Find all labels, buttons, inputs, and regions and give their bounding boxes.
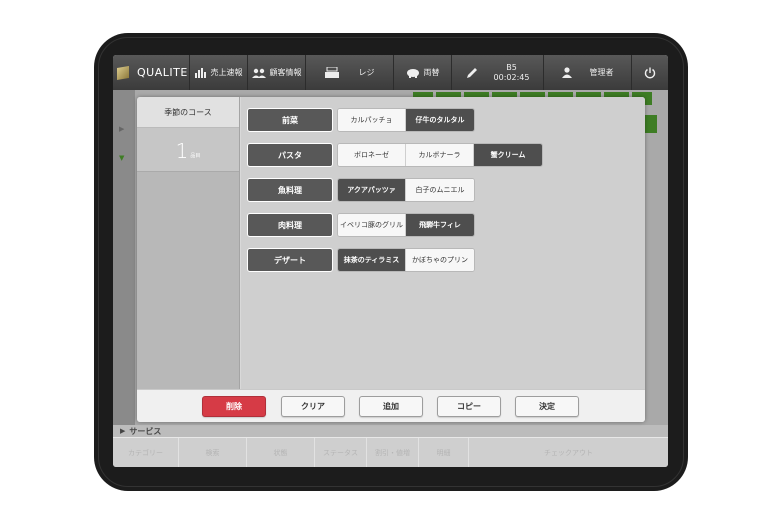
category-appetizer: 前菜 <box>247 108 333 132</box>
course-sidebar: 季節のコース 1 品目 <box>137 97 240 389</box>
app-screen: QUALITE 売上速報 顧客情報 レジ 両替 B5 00:02:45 管理者 … <box>113 55 668 467</box>
bottom-tab-bar: カテゴリー 検索 状態 ステータス 割引・値増 明細 チェックアウト <box>113 437 668 467</box>
collapse-arrow-icon[interactable]: ▼ <box>119 154 124 162</box>
pen-icon <box>466 67 477 78</box>
copy-button[interactable]: コピー <box>437 396 501 417</box>
register-icon <box>324 67 339 78</box>
option-matcha-tiramisu[interactable]: 抹茶のティラミス <box>338 249 406 271</box>
option-carbonara[interactable]: カルボナーラ <box>406 144 474 166</box>
option-carpaccio[interactable]: カルパッチョ <box>338 109 406 131</box>
app-logo: QUALITE <box>113 55 190 90</box>
course-options-panel: 前菜 カルパッチョ 仔牛のタルタル パスタ ボロネーゼ カルボナーラ 蟹クリーム… <box>241 97 645 389</box>
option-acqua-pazza[interactable]: アクアパッツァ <box>338 179 406 201</box>
sales-report-label: 売上速報 <box>210 68 243 77</box>
delete-button[interactable]: 削除 <box>202 396 266 417</box>
tab-state[interactable]: 状態 <box>247 438 315 467</box>
option-bolognese[interactable]: ボロネーゼ <box>338 144 406 166</box>
dialog-footer: 削除 クリア 追加 コピー 決定 <box>137 389 645 422</box>
option-shirako-meuniere[interactable]: 白子のムニエル <box>406 179 474 201</box>
bar-chart-icon <box>194 67 206 78</box>
pasta-options: ボロネーゼ カルボナーラ 蟹クリーム <box>337 143 543 167</box>
power-button[interactable] <box>632 55 668 90</box>
tab-details[interactable]: 明細 <box>419 438 469 467</box>
tab-discount[interactable]: 割引・値増 <box>367 438 419 467</box>
table-cell[interactable] <box>645 115 657 133</box>
admin-button[interactable]: 管理者 <box>544 55 632 90</box>
option-crab-cream[interactable]: 蟹クリーム <box>474 144 542 166</box>
expand-arrow-icon[interactable]: ▶ <box>119 125 124 133</box>
tab-status[interactable]: ステータス <box>315 438 367 467</box>
table-timer[interactable]: B5 00:02:45 <box>452 55 544 90</box>
register-label: レジ <box>358 68 375 77</box>
category-meat: 肉料理 <box>247 213 333 237</box>
course-count[interactable]: 1 品目 <box>137 128 239 172</box>
tab-category[interactable]: カテゴリー <box>113 438 179 467</box>
table-number: B5 <box>506 63 517 73</box>
category-fish: 魚料理 <box>247 178 333 202</box>
tab-checkout[interactable]: チェックアウト <box>469 438 668 467</box>
customer-info-label: 顧客情報 <box>269 68 302 77</box>
logo-cube-icon <box>117 65 129 80</box>
expand-arrow-icon: ▶ <box>120 427 126 435</box>
option-pumpkin-pudding[interactable]: かぼちゃのプリン <box>406 249 474 271</box>
logo-text: QUALITE <box>137 66 188 79</box>
option-hida-beef-fillet[interactable]: 飛騨牛フィレ <box>406 214 474 236</box>
add-button[interactable]: 追加 <box>359 396 423 417</box>
category-pasta: パスタ <box>247 143 333 167</box>
option-iberico-grill[interactable]: イベリコ豚のグリル <box>338 214 406 236</box>
course-count-number: 1 <box>175 139 189 163</box>
exchange-label: 両替 <box>423 68 440 77</box>
course-count-unit: 品目 <box>190 153 201 159</box>
customer-info-button[interactable]: 顧客情報 <box>248 55 306 90</box>
category-column-background <box>113 90 135 435</box>
elapsed-time: 00:02:45 <box>493 72 530 82</box>
appetizer-options: カルパッチョ 仔牛のタルタル <box>337 108 475 132</box>
register-button[interactable]: レジ <box>306 55 394 90</box>
tab-search[interactable]: 検索 <box>179 438 247 467</box>
person-icon <box>561 67 572 78</box>
dessert-options: 抹茶のティラミス かぼちゃのプリン <box>337 248 475 272</box>
service-section[interactable]: ▶ サービス <box>113 425 668 437</box>
category-dessert: デザート <box>247 248 333 272</box>
exchange-button[interactable]: 両替 <box>394 55 452 90</box>
meat-options: イベリコ豚のグリル 飛騨牛フィレ <box>337 213 475 237</box>
course-selection-dialog: 季節のコース 1 品目 前菜 カルパッチョ 仔牛のタルタル パスタ ボロネーゼ … <box>137 97 645 422</box>
users-icon <box>251 68 266 78</box>
sales-report-button[interactable]: 売上速報 <box>190 55 248 90</box>
power-icon <box>644 67 656 78</box>
fish-options: アクアパッツァ 白子のムニエル <box>337 178 475 202</box>
top-bar: QUALITE 売上速報 顧客情報 レジ 両替 B5 00:02:45 管理者 <box>113 55 668 90</box>
piggy-bank-icon <box>406 68 419 78</box>
confirm-button[interactable]: 決定 <box>515 396 579 417</box>
clear-button[interactable]: クリア <box>281 396 345 417</box>
course-title[interactable]: 季節のコース <box>137 97 239 128</box>
option-veal-tartare[interactable]: 仔牛のタルタル <box>406 109 474 131</box>
admin-label: 管理者 <box>589 68 614 77</box>
service-section-label: サービス <box>129 426 162 436</box>
